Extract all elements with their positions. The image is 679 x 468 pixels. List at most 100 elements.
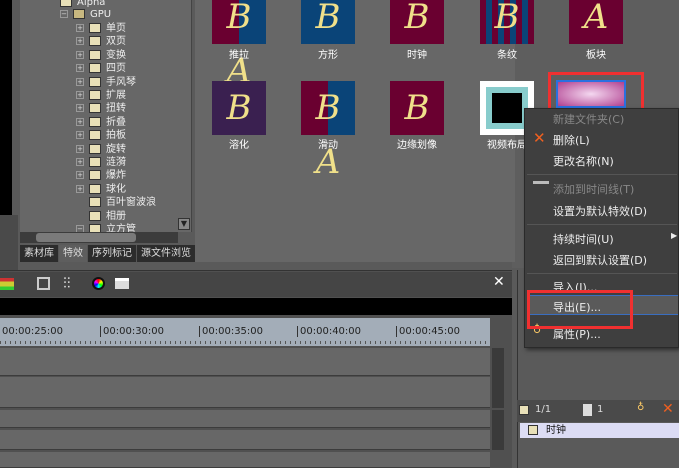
list-item-label: 时钟 [546,425,566,436]
menu-item-new-folder[interactable]: 新建文件夹(C) [553,111,624,127]
tree-item-label: 变换 [106,49,126,61]
effect-thumbnail[interactable]: B [301,0,355,44]
document-icon[interactable] [583,404,592,416]
add-to-timeline-icon [533,181,549,184]
effect-label: 时钟 [407,50,427,61]
effect-icon [89,197,101,208]
expand-icon[interactable]: + [76,24,84,32]
tree-item-label: GPU [90,9,112,20]
tree-item[interactable]: + 拍板 [76,129,126,143]
right-panel-toolbar: 1/1 1 ♁ ✕ [517,400,679,422]
tab-effects[interactable]: 特效 [59,245,88,262]
tree-item[interactable]: + 旋转 [76,143,126,157]
expand-icon[interactable]: + [76,144,84,153]
tab-library[interactable]: 素材库 [20,245,59,262]
color-wheel-icon[interactable] [92,277,105,290]
expand-icon[interactable]: + [76,91,84,99]
tree-item[interactable]: + 单页 [76,22,126,36]
tree-item-label: 单页 [106,23,126,34]
effect-thumbnail[interactable]: B A [301,81,355,182]
effect-thumbnail[interactable]: B A [212,0,266,91]
effect-label: 滑动 [318,140,338,151]
submenu-arrow-icon: ▶ [671,231,678,240]
tree-item[interactable]: 相册 [76,210,126,224]
expand-icon[interactable]: + [76,104,84,113]
window-icon[interactable] [115,278,129,289]
effect-icon [89,157,101,167]
page-indicator: 1/1 [535,404,552,415]
tree-item[interactable]: + 变换 [76,49,126,63]
menu-item-duration[interactable]: 持续时间(U) [553,231,614,247]
tree-item-label: 扩展 [106,90,126,101]
effect-thumbnail[interactable]: B [480,0,534,44]
track-icon[interactable] [0,278,14,290]
expand-icon[interactable]: + [76,50,84,59]
delete-icon[interactable]: ✕ [662,401,674,417]
tab-source-browser[interactable]: 源文件浏览 [137,245,196,262]
tree-item[interactable]: + 扩展 [76,89,126,103]
list-item[interactable]: 时钟 [520,423,679,438]
time-ruler[interactable]: 00:00:25:00 00:00:30:00 00:00:35:00 00:0… [0,318,490,346]
tree-item[interactable]: + 爆炸 [76,169,126,183]
effect-thumbnail[interactable]: B [212,81,266,135]
menu-item-delete[interactable]: 删除(L) [553,132,590,148]
expand-icon[interactable]: + [76,37,84,46]
track-scrollbar[interactable] [492,348,504,408]
tree-item[interactable]: + 双页 [76,35,126,49]
grid-icon[interactable] [37,277,50,290]
horizontal-scrollbar[interactable] [20,232,178,243]
expand-icon[interactable]: + [76,64,84,73]
effect-label: 板块 [586,50,606,61]
tree-item[interactable]: + 球化 [76,183,126,197]
expand-icon[interactable]: + [76,77,84,86]
tree-item-label: 手风琴 [106,76,136,88]
effect-thumbnail[interactable]: B [390,0,444,44]
effect-icon [89,76,101,87]
track[interactable] [0,430,490,450]
expand-icon[interactable]: + [76,158,84,166]
track[interactable] [0,348,490,376]
tree-item[interactable]: + 四页 [76,62,126,76]
tree-item-label: 折叠 [106,116,126,128]
tree-item[interactable]: + 手风琴 [76,76,136,90]
tree-item-label: 扭转 [106,103,126,115]
tab-sequence-markers[interactable]: 序列标记 [88,245,137,262]
properties-icon[interactable]: ♁ [637,402,644,413]
menu-item-set-default[interactable]: 设置为默认特效(D) [553,203,647,219]
tree-item-label: 涟漪 [106,157,126,168]
effect-thumbnail[interactable]: B [390,81,444,135]
tree-item-label: 百叶窗波浪 [106,197,156,209]
scroll-thumb[interactable] [36,233,136,242]
highlight-box [548,72,644,112]
effect-label: 溶化 [229,140,249,151]
track[interactable] [0,377,490,408]
panel-tabs: 素材库 特效 序列标记 源文件浏览 [20,245,208,262]
collapse-icon[interactable]: − [60,10,68,18]
highlight-box [527,290,633,329]
mixer-icon[interactable]: ⫶⫶ [63,274,71,292]
tree-item-label: 爆炸 [106,170,126,182]
close-icon[interactable]: ✕ [493,274,505,290]
tree-item[interactable]: + 折叠 [76,116,126,130]
expand-icon[interactable]: + [76,184,84,193]
effect-icon [89,63,101,74]
ruler-tick-label: 00:00:35:00 [199,326,263,337]
menu-item-rename[interactable]: 更改名称(N) [553,153,614,169]
tree-item[interactable]: + 扭转 [76,102,126,116]
menu-item-reset-default[interactable]: 返回到默认设置(D) [553,252,647,268]
expand-icon[interactable]: + [76,131,84,140]
menu-divider [527,224,677,225]
track[interactable] [0,410,490,428]
effect-label: 条纹 [497,50,517,61]
effect-thumbnail[interactable]: A [569,0,623,44]
track[interactable] [0,452,490,468]
expand-icon[interactable]: + [76,171,84,180]
tree-folder-gpu[interactable]: − GPU [60,8,111,22]
track-scrollbar[interactable] [492,410,504,450]
expand-icon[interactable]: + [76,117,84,126]
menu-item-add-to-timeline[interactable]: 添加到时间线(T) [553,181,634,197]
tree-item[interactable]: 百叶窗波浪 [76,196,156,210]
tree-item[interactable]: + 涟漪 [76,156,126,170]
ruler-tick-label: 00:00:45:00 [396,326,460,337]
scroll-down-button[interactable]: ▼ [178,218,190,230]
